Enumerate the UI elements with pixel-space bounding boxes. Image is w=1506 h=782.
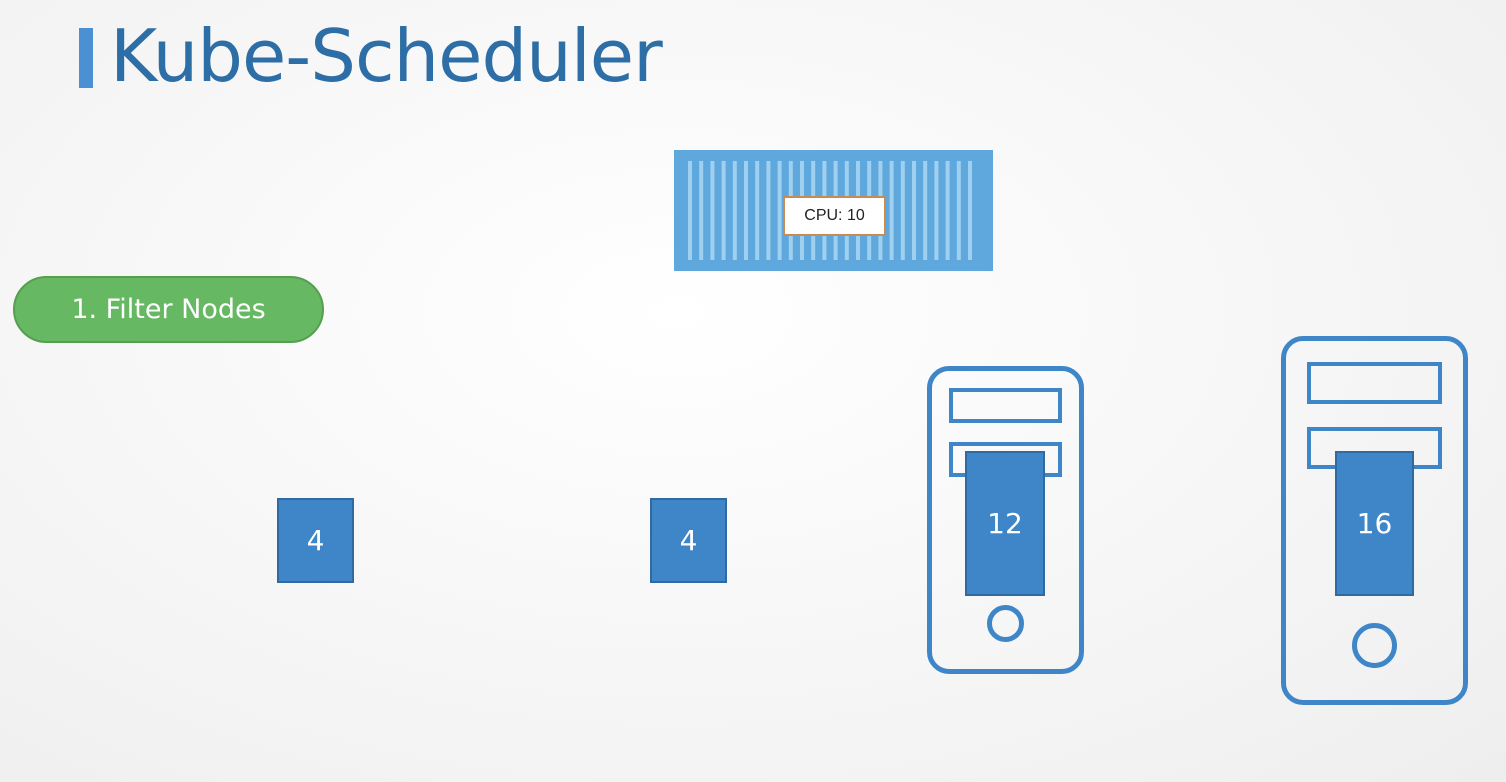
node-3-server-tower-icon: 12 (927, 366, 1084, 674)
node-2-cpu-value: 4 (679, 524, 698, 557)
container-ridge (744, 161, 748, 260)
container-ridge (755, 161, 760, 260)
container-ridge (956, 161, 961, 260)
node-3-cpu-block: 12 (965, 451, 1045, 596)
node-3-cpu-value: 12 (987, 507, 1023, 540)
node-3-drive-bay-top (949, 388, 1062, 423)
container-ridge (889, 161, 894, 260)
container-ridge (934, 161, 939, 260)
container-ridge (732, 161, 737, 260)
pod-cpu-requirement-text: CPU: 10 (804, 207, 865, 224)
pod-cpu-requirement-label: CPU: 10 (783, 196, 886, 236)
slide-title: Kube-Scheduler (110, 14, 663, 98)
node-3-power-button-icon (987, 605, 1024, 642)
node-4-power-button-icon (1352, 623, 1397, 668)
container-ridge (721, 161, 726, 260)
node-4-cpu-block: 16 (1335, 451, 1414, 596)
node-1-cpu-value: 4 (306, 524, 325, 557)
container-ridge (900, 161, 905, 260)
container-ridge (912, 161, 916, 260)
container-ridge (923, 161, 928, 260)
node-4-server-tower-icon: 16 (1281, 336, 1468, 705)
container-ridge (699, 161, 704, 260)
node-2-cpu-block: 4 (650, 498, 727, 583)
node-1-cpu-block: 4 (277, 498, 354, 583)
container-ridge (688, 161, 692, 260)
container-ridge (710, 161, 715, 260)
filter-nodes-step-label: 1. Filter Nodes (71, 294, 266, 325)
filter-nodes-step-badge: 1. Filter Nodes (13, 276, 324, 343)
node-4-drive-bay-top (1307, 362, 1442, 404)
container-ridge (777, 161, 782, 260)
node-4-cpu-value: 16 (1356, 507, 1393, 540)
container-ridge (945, 161, 950, 260)
container-ridge (968, 161, 972, 260)
container-ridge (766, 161, 771, 260)
title-accent-bar (79, 28, 93, 88)
